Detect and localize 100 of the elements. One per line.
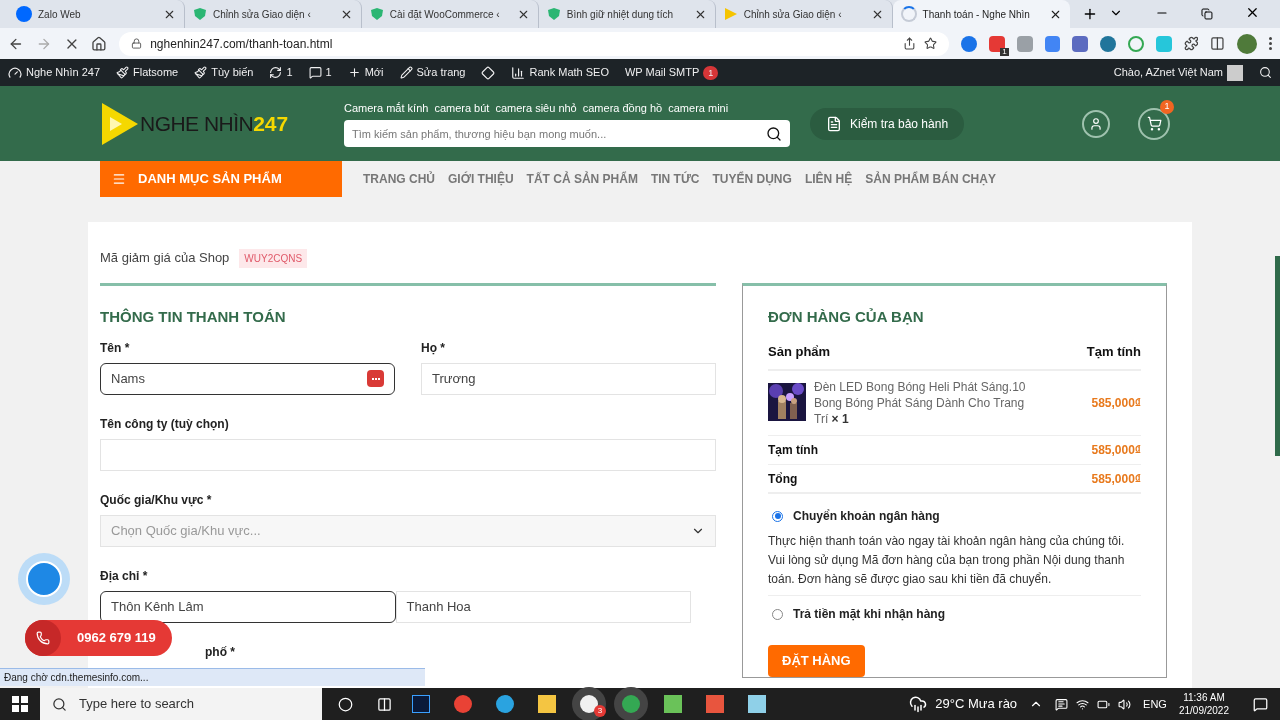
section-title: ĐƠN HÀNG CỦA BẠN — [768, 307, 925, 327]
menu-icon — [112, 172, 126, 186]
field-label: Họ * — [421, 339, 446, 357]
comment-icon — [308, 66, 322, 79]
admin-bar-item[interactable]: 1 — [269, 64, 293, 81]
dashboard-icon — [8, 65, 22, 80]
site-link[interactable]: Nghe Nhìn 247 — [8, 64, 100, 81]
messenger-icon[interactable] — [496, 695, 514, 713]
field-label: Quốc gia/Khu vực * — [100, 491, 213, 509]
quick-link[interactable]: Camera mắt kính — [344, 99, 429, 117]
avatar-icon — [1227, 64, 1243, 81]
admin-bar-item[interactable]: Sửa trang — [399, 64, 466, 81]
lock-icon — [131, 38, 143, 49]
extension-icon[interactable] — [1072, 35, 1089, 52]
windows-logo-icon[interactable] — [12, 696, 28, 712]
quick-link[interactable]: camera mini — [668, 99, 729, 117]
text-field[interactable]: Nams — [100, 362, 395, 395]
address-bar[interactable]: nghenhin247.com/thanh-toan.html — [119, 31, 950, 56]
brush-icon — [194, 66, 208, 79]
warranty-button[interactable]: Kiểm tra bảo hành — [810, 107, 965, 140]
payment-option[interactable]: Chuyển khoản ngân hàng — [768, 504, 1141, 528]
chart-icon — [511, 65, 526, 80]
account-button[interactable] — [1082, 109, 1110, 138]
phone-icon — [36, 631, 50, 645]
wifi-icon[interactable] — [1076, 697, 1090, 711]
search-icon — [52, 696, 67, 712]
admin-bar-item[interactable]: WP Mail SMTP 1 — [624, 64, 719, 81]
admin-bar-item[interactable]: Tùy biến — [194, 64, 254, 81]
taskbar-search-field[interactable]: Type here to search — [40, 688, 322, 720]
browser-tab[interactable]: Thanh toán - Nghe Nhìn — [892, 0, 1070, 28]
cart-badge: 1 — [1160, 99, 1174, 114]
flatsome-icon — [116, 66, 129, 79]
address-field[interactable]: Thanh Hoa — [395, 590, 691, 623]
status-bar: Đang chờ cdn.themesinfo.com... — [0, 668, 425, 686]
site-name: Nghe Nhìn 247 — [26, 65, 100, 81]
field-label: Tên * — [100, 339, 131, 357]
site-logo[interactable]: NGHE NHÌN247 — [100, 100, 344, 147]
browser-icon[interactable] — [454, 695, 472, 713]
volume-icon[interactable] — [1118, 697, 1132, 711]
text-field[interactable] — [100, 438, 716, 471]
clock[interactable]: 11:36 AM 21/09/2022 — [1178, 691, 1229, 717]
payment-option[interactable]: Trả tiền mặt khi nhận hàng — [768, 602, 1141, 626]
tray-icon[interactable] — [1055, 697, 1069, 711]
nav-link[interactable]: TUYỂN DỤNG — [712, 170, 792, 188]
share-icon[interactable] — [903, 37, 917, 50]
payment-description: Thực hiện thanh toán vào ngay tài khoản ngân hàng của chúng tôi. Vui lòng sử dụng Mã đơn hàng của bạn trong phần Nội dung thanh toán. Đơn hàng sẽ được giao sau khi tiền đã chuyển. — [768, 533, 1126, 588]
side-panel-icon[interactable] — [1210, 36, 1226, 51]
admin-bar-item[interactable]: 1 — [308, 64, 332, 81]
admin-bar-item[interactable]: Flatsome — [116, 64, 179, 81]
total-value: 585,000₫ — [1091, 442, 1141, 459]
nav-link[interactable]: TIN TỨC — [650, 170, 700, 188]
nav-link[interactable]: GIỚI THIỆU — [448, 170, 514, 188]
zalo-chat-button[interactable] — [18, 553, 70, 605]
field-label: Tên công ty (tuỳ chọn) — [100, 415, 230, 433]
task-view-icon[interactable] — [377, 696, 392, 712]
extension-icon[interactable] — [961, 35, 977, 52]
extension-badge: 1 — [1000, 47, 1009, 56]
weather-text[interactable]: 29°C Mưa rào — [935, 694, 1018, 714]
extension-icon[interactable] — [1044, 35, 1061, 52]
quick-link[interactable]: camera đồng hồ — [582, 99, 663, 117]
search-icon[interactable] — [1259, 66, 1272, 79]
document-icon — [826, 115, 842, 132]
language-indicator[interactable]: ENG — [1143, 695, 1167, 713]
column-header: Sản phẩm — [768, 342, 831, 361]
text-field[interactable]: Trương — [421, 362, 716, 395]
extension-icon[interactable] — [1100, 35, 1116, 52]
extensions-icon[interactable] — [1183, 36, 1199, 51]
cart-icon — [1146, 116, 1162, 131]
notifications-icon[interactable] — [1253, 696, 1268, 712]
url-text: nghenhin247.com/thanh-toan.html — [150, 35, 333, 53]
nav-link[interactable]: LIÊN HỆ — [804, 170, 853, 188]
refresh-icon — [269, 66, 283, 79]
search-field[interactable]: Tìm kiếm sản phẩm, thương hiệu bạn mong muốn... — [344, 120, 790, 148]
search-icon — [766, 125, 782, 142]
app-icon[interactable] — [412, 695, 430, 713]
home-icon[interactable] — [91, 35, 108, 52]
admin-bar-item[interactable]: Rank Math SEO — [511, 64, 609, 81]
diamond-icon[interactable] — [481, 65, 496, 80]
account-menu[interactable]: Chào, AZnet Việt Nam — [1113, 64, 1243, 81]
user-icon — [1089, 116, 1103, 131]
quick-link[interactable]: camera siêu nhỏ — [495, 99, 577, 117]
nav-link[interactable]: TẤT CẢ SẢN PHẨM — [526, 170, 638, 188]
phone-call-button[interactable]: 0962 679 119 — [25, 620, 172, 656]
admin-bar-item[interactable]: Mới — [347, 64, 384, 81]
bookmark-star-icon[interactable] — [924, 37, 938, 50]
profile-avatar[interactable] — [1237, 33, 1257, 54]
password-manager-icon[interactable] — [367, 370, 384, 387]
section-title: THÔNG TIN THANH TOÁN — [100, 307, 287, 327]
nav-link[interactable]: SẢN PHẨM BÁN CHẠY — [865, 170, 996, 188]
nav-link[interactable]: TRANG CHỦ — [363, 170, 435, 188]
more-menu-icon[interactable] — [1268, 37, 1272, 50]
quick-link[interactable]: camera bút — [434, 99, 490, 117]
address-field[interactable]: Thôn Kênh Lâm — [100, 590, 396, 623]
weather-icon[interactable] — [909, 695, 928, 713]
total-label: Tạm tính — [768, 442, 818, 459]
cortana-icon[interactable] — [338, 696, 353, 712]
extension-icon[interactable] — [1127, 35, 1144, 52]
field-label: Địa chỉ * — [100, 567, 149, 585]
restore-icon[interactable] — [1201, 8, 1214, 20]
notification-badge: 1 — [703, 65, 719, 80]
